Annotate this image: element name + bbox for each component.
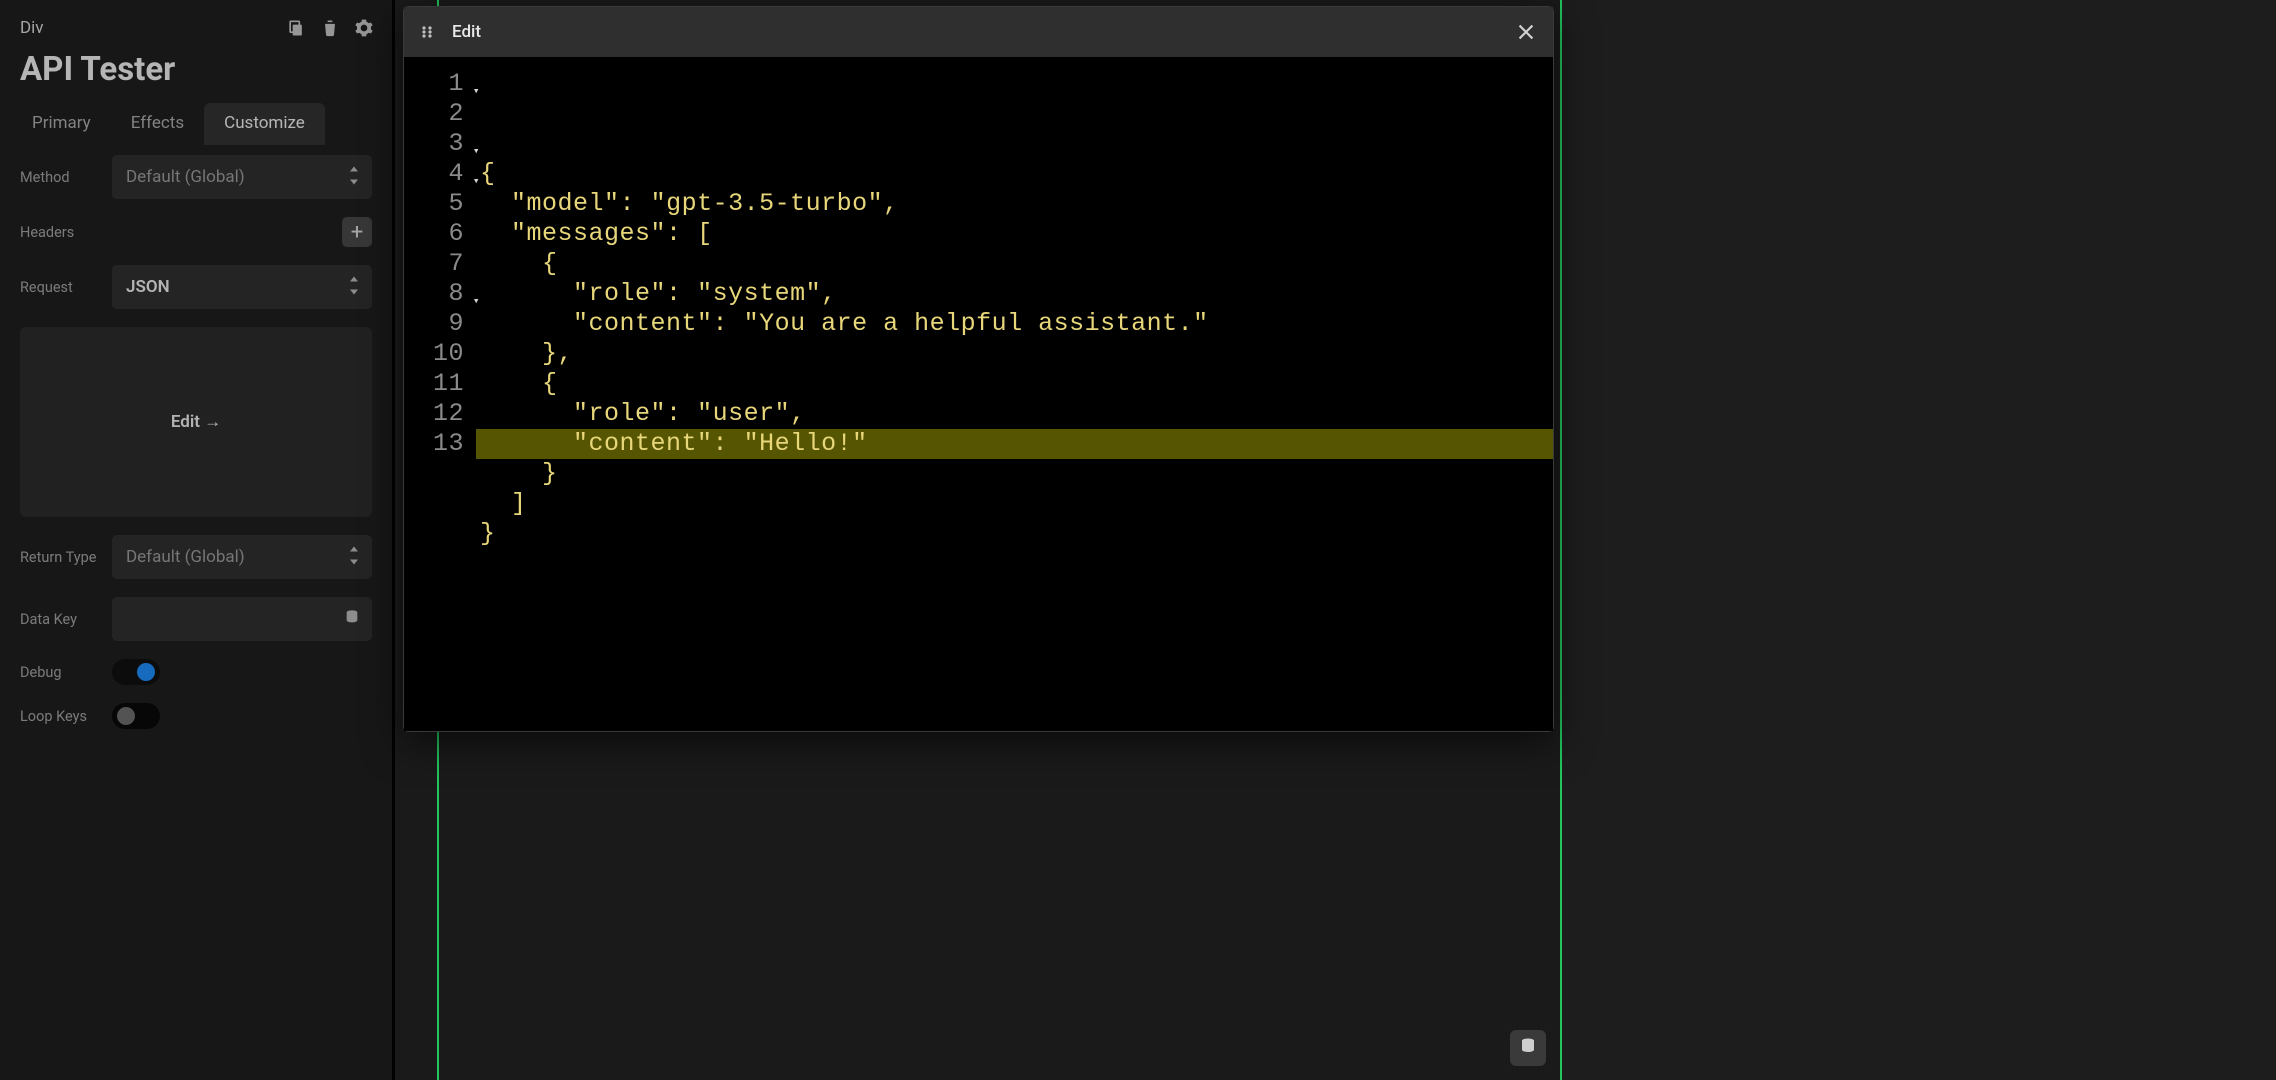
edit-button-label: Edit → <box>171 412 221 432</box>
inspector-header: Div <box>0 0 392 42</box>
empty-panels-column <box>1562 0 2276 1080</box>
gutter-line: 2 <box>404 99 476 129</box>
code-line[interactable]: "role": "user", <box>476 399 1553 429</box>
canvas-area: Edit 1▾23▾4▾5678▾910111213 { "model": "g… <box>395 0 1562 1080</box>
gutter-line: 12 <box>404 399 476 429</box>
page-title: API Tester <box>0 42 392 103</box>
data-panel-button[interactable] <box>1510 1030 1546 1066</box>
row-method: Method Default (Global) <box>20 155 372 199</box>
gutter-line: 6 <box>404 219 476 249</box>
tab-primary[interactable]: Primary <box>12 103 111 145</box>
chevron-updown-icon <box>348 277 360 298</box>
editor-code[interactable]: { "model": "gpt-3.5-turbo", "messages": … <box>476 57 1553 731</box>
editor-titlebar: Edit <box>404 7 1553 57</box>
chevron-updown-icon <box>348 167 360 188</box>
select-return-type-value: Default (Global) <box>126 547 245 567</box>
gutter-line: 1▾ <box>404 69 476 99</box>
select-return-type[interactable]: Default (Global) <box>112 535 372 579</box>
row-return-type: Return Type Default (Global) <box>20 535 372 579</box>
label-return-type: Return Type <box>20 549 112 566</box>
gutter-line: 3▾ <box>404 129 476 159</box>
code-line[interactable]: "role": "system", <box>476 279 1553 309</box>
gutter-line: 13 <box>404 429 476 459</box>
gutter-line: 5 <box>404 189 476 219</box>
label-request: Request <box>20 279 112 296</box>
code-line[interactable]: "content": "You are a helpful assistant.… <box>476 309 1553 339</box>
gutter-line: 9 <box>404 309 476 339</box>
label-debug: Debug <box>20 664 112 681</box>
select-method-value: Default (Global) <box>126 167 245 187</box>
code-line[interactable]: }, <box>476 339 1553 369</box>
row-loop-keys: Loop Keys <box>20 703 372 729</box>
input-data-key[interactable] <box>112 597 372 641</box>
request-body-edit-button[interactable]: Edit → <box>20 327 372 517</box>
select-request-value: JSON <box>126 277 170 297</box>
inspector-panel: Div API Tester Primary Effects Customize <box>0 0 395 1080</box>
code-line[interactable]: "content": "Hello!" <box>476 429 1553 459</box>
drag-handle-icon[interactable] <box>420 24 436 40</box>
editor-title: Edit <box>452 22 481 42</box>
select-method[interactable]: Default (Global) <box>112 155 372 199</box>
database-icon <box>1519 1037 1537 1059</box>
gutter-line: 7 <box>404 249 476 279</box>
gutter-line: 8▾ <box>404 279 476 309</box>
inspector-tabs: Primary Effects Customize <box>0 103 392 145</box>
gutter-line: 11 <box>404 369 476 399</box>
gear-icon[interactable] <box>354 18 374 38</box>
label-data-key: Data Key <box>20 611 112 628</box>
copy-icon[interactable] <box>286 18 306 38</box>
editor-body[interactable]: 1▾23▾4▾5678▾910111213 { "model": "gpt-3.… <box>404 57 1553 731</box>
tab-effects[interactable]: Effects <box>111 103 204 145</box>
row-headers: Headers + <box>20 217 372 247</box>
code-editor-modal: Edit 1▾23▾4▾5678▾910111213 { "model": "g… <box>403 6 1554 732</box>
code-line[interactable]: } <box>476 459 1553 489</box>
code-line[interactable]: ] <box>476 489 1553 519</box>
inspector-header-actions <box>286 18 374 38</box>
code-line[interactable]: { <box>476 249 1553 279</box>
code-line[interactable]: "messages": [ <box>476 219 1553 249</box>
toggle-debug[interactable] <box>112 659 160 685</box>
add-header-button[interactable]: + <box>342 217 372 247</box>
element-name: Div <box>20 18 44 38</box>
label-loop-keys: Loop Keys <box>20 708 112 725</box>
code-line[interactable]: } <box>476 519 1553 549</box>
app-root: Div API Tester Primary Effects Customize <box>0 0 2276 1080</box>
select-request-type[interactable]: JSON <box>112 265 372 309</box>
database-icon <box>344 609 360 629</box>
code-line[interactable]: { <box>476 369 1553 399</box>
code-line[interactable]: { <box>476 159 1553 189</box>
trash-icon[interactable] <box>320 18 340 38</box>
code-line[interactable]: "model": "gpt-3.5-turbo", <box>476 189 1553 219</box>
editor-gutter: 1▾23▾4▾5678▾910111213 <box>404 57 476 731</box>
tab-customize[interactable]: Customize <box>204 103 325 145</box>
row-data-key: Data Key <box>20 597 372 641</box>
close-icon[interactable] <box>1515 21 1537 43</box>
row-request: Request JSON <box>20 265 372 309</box>
toggle-loop-keys[interactable] <box>112 703 160 729</box>
customize-form: Method Default (Global) Headers + Reques… <box>0 145 392 749</box>
chevron-updown-icon <box>348 547 360 568</box>
gutter-line: 10 <box>404 339 476 369</box>
gutter-line: 4▾ <box>404 159 476 189</box>
row-debug: Debug <box>20 659 372 685</box>
plus-icon: + <box>351 220 363 245</box>
label-headers: Headers <box>20 224 112 241</box>
label-method: Method <box>20 169 112 186</box>
